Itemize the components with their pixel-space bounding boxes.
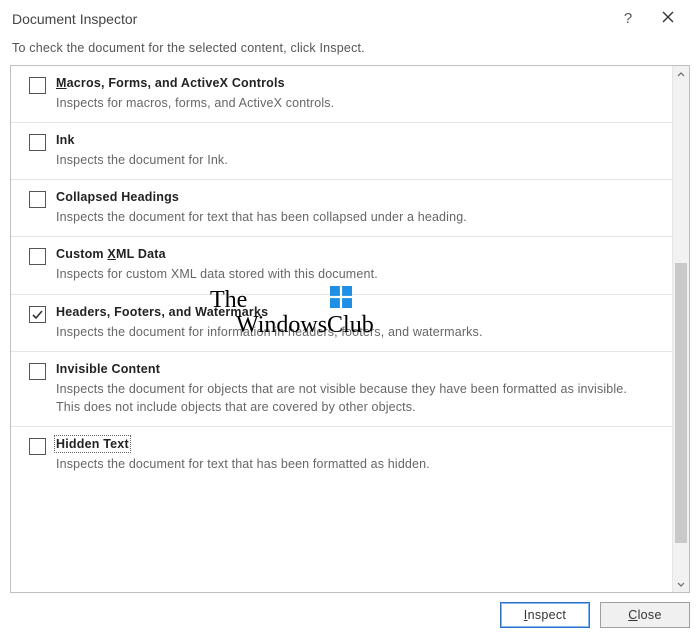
inspection-list: Macros, Forms, and ActiveX Controls Inspe… — [11, 66, 672, 592]
checkbox[interactable] — [29, 77, 46, 94]
inspection-item-title: Hidden Text — [56, 437, 129, 451]
checkbox[interactable] — [29, 248, 46, 265]
inspection-item-desc: Inspects for custom XML data stored with… — [56, 265, 654, 283]
inspection-item-body: Collapsed Headings Inspects the document … — [56, 190, 654, 226]
scroll-up-button[interactable] — [673, 66, 689, 83]
inspection-item-desc: Inspects the document for objects that a… — [56, 380, 654, 416]
chevron-down-icon — [677, 580, 685, 588]
scrollbar-vertical[interactable] — [672, 66, 689, 592]
inspection-item-desc: Inspects the document for text that has … — [56, 455, 654, 473]
dialog-titlebar: Document Inspector ? — [0, 0, 700, 35]
inspection-item-title: Invisible Content — [56, 362, 654, 376]
scroll-thumb[interactable] — [675, 263, 687, 543]
inspection-item-desc: Inspects the document for text that has … — [56, 208, 654, 226]
close-button[interactable] — [648, 11, 688, 26]
checkbox[interactable] — [29, 438, 46, 455]
inspection-item-body: Hidden Text Inspects the document for tex… — [56, 437, 654, 473]
inspection-item[interactable]: Headers, Footers, and Watermarks Inspects… — [11, 295, 672, 352]
inspection-item-title: Ink — [56, 133, 654, 147]
inspection-item[interactable]: Custom XML Data Inspects for custom XML d… — [11, 237, 672, 294]
scroll-down-button[interactable] — [673, 575, 689, 592]
chevron-up-icon — [677, 71, 685, 79]
inspect-button[interactable]: Inspect — [500, 602, 590, 628]
inspection-item-title: Collapsed Headings — [56, 190, 654, 204]
inspection-item[interactable]: Collapsed Headings Inspects the document … — [11, 180, 672, 237]
inspection-item-title: Headers, Footers, and Watermarks — [56, 305, 654, 319]
inspection-item-body: Headers, Footers, and Watermarks Inspects… — [56, 305, 654, 341]
inspection-item-body: Custom XML Data Inspects for custom XML d… — [56, 247, 654, 283]
dialog-title: Document Inspector — [12, 11, 608, 27]
inspection-item-title: Macros, Forms, and ActiveX Controls — [56, 76, 654, 90]
inspection-item[interactable]: Invisible Content Inspects the document f… — [11, 352, 672, 427]
inspection-item-desc: Inspects for macros, forms, and ActiveX … — [56, 94, 654, 112]
dialog-subtitle: To check the document for the selected c… — [0, 35, 700, 65]
scroll-track[interactable] — [673, 83, 689, 575]
checkbox[interactable] — [29, 134, 46, 151]
checkbox[interactable] — [29, 191, 46, 208]
inspection-item-desc: Inspects the document for Ink. — [56, 151, 654, 169]
inspection-item-desc: Inspects the document for information in… — [56, 323, 654, 341]
close-accel: C — [628, 608, 637, 622]
inspection-item-body: Invisible Content Inspects the document f… — [56, 362, 654, 416]
inspection-list-panel: Macros, Forms, and ActiveX Controls Inspe… — [10, 65, 690, 593]
close-dialog-button[interactable]: Close — [600, 602, 690, 628]
help-button[interactable]: ? — [608, 10, 648, 27]
checkbox[interactable] — [29, 306, 46, 323]
inspection-item[interactable]: Macros, Forms, and ActiveX Controls Inspe… — [11, 66, 672, 123]
inspection-item-body: Ink Inspects the document for Ink. — [56, 133, 654, 169]
inspection-item-title: Custom XML Data — [56, 247, 654, 261]
close-icon — [662, 11, 674, 23]
inspection-item[interactable]: Hidden Text Inspects the document for tex… — [11, 427, 672, 483]
inspection-item[interactable]: Ink Inspects the document for Ink. — [11, 123, 672, 180]
dialog-footer: Inspect Close — [500, 602, 690, 628]
inspection-item-body: Macros, Forms, and ActiveX Controls Inspe… — [56, 76, 654, 112]
checkbox[interactable] — [29, 363, 46, 380]
